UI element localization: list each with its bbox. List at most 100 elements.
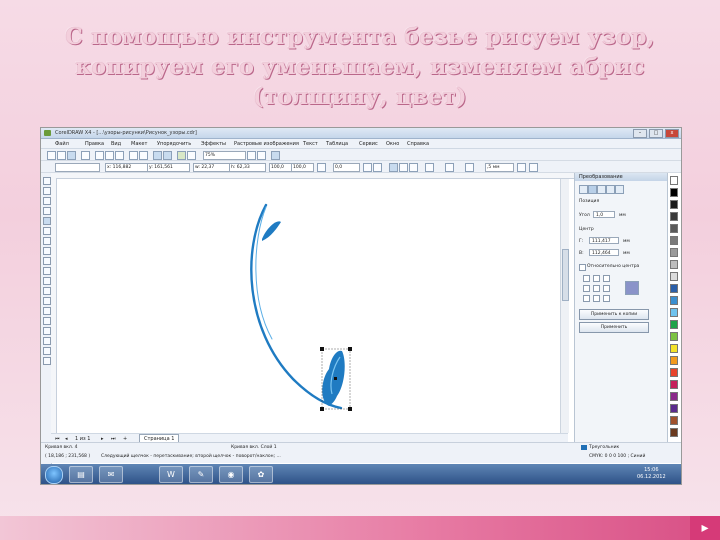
relative-center-checkbox[interactable] [579,264,586,271]
dimension-tool-icon[interactable] [43,297,51,305]
palette-swatch[interactable] [670,188,678,197]
mail-icon[interactable]: ✉ [99,466,123,483]
height-field[interactable]: h: 62,33 [229,163,266,172]
new-icon[interactable] [47,151,56,160]
curve-icon[interactable] [389,163,398,172]
redo-icon[interactable] [139,151,148,160]
close-button[interactable]: x [665,129,679,138]
palette-swatch[interactable] [670,368,678,377]
anchor-bc[interactable] [593,295,600,302]
palette-swatch[interactable] [670,320,678,329]
anchor-mr[interactable] [603,285,610,292]
cut-icon[interactable] [95,151,104,160]
position-tab-icon[interactable] [579,185,588,194]
options-icon[interactable] [257,151,266,160]
anchor-ml[interactable] [583,285,590,292]
interactive-fill-icon[interactable] [43,357,51,365]
maximize-button[interactable]: □ [649,129,663,138]
palette-swatch[interactable] [670,176,678,185]
bezier-tool-icon[interactable] [43,217,51,225]
close-curve-icon[interactable] [409,163,418,172]
export-icon[interactable] [163,151,172,160]
smoothness-icon[interactable] [529,163,538,172]
table-tool-icon[interactable] [43,287,51,295]
next-slide-arrow-icon[interactable]: ▸ [690,516,720,540]
menu-effects[interactable]: Эффекты [201,141,226,147]
palette-swatch[interactable] [670,392,678,401]
scale-width-field[interactable]: 100,0 [269,163,292,172]
menu-table[interactable]: Таблица [326,141,348,147]
polygon-tool-icon[interactable] [43,257,51,265]
anchor-br[interactable] [603,295,610,302]
palette-swatch[interactable] [670,236,678,245]
preset-field[interactable] [55,163,100,172]
end-arrow-icon[interactable] [465,163,474,172]
selection-handle-tl[interactable] [320,347,324,351]
menu-view[interactable]: Вид [111,141,121,147]
palette-swatch[interactable] [670,308,678,317]
menu-window[interactable]: Окно [386,141,399,147]
selection-handle-br[interactable] [348,407,352,411]
scale-height-field[interactable]: 100,0 [291,163,314,172]
drawing-canvas[interactable] [57,179,560,433]
pick-tool-icon[interactable] [43,177,51,185]
palette-swatch[interactable] [670,248,678,257]
palette-swatch[interactable] [670,380,678,389]
start-arrow-icon[interactable] [425,163,434,172]
center-y-input[interactable]: 112,464 [589,249,619,256]
text-tool-icon[interactable] [43,277,51,285]
corel-draw-icon[interactable]: ✿ [249,466,273,483]
palette-swatch[interactable] [670,272,678,281]
outline-width-field[interactable]: ,5 мм [485,163,514,172]
snap-icon[interactable] [247,151,256,160]
rotation-field[interactable]: 0,0 [333,163,360,172]
mirror-h-icon[interactable] [363,163,372,172]
small-leaf-shape[interactable] [262,221,281,241]
menu-edit[interactable]: Правка [85,141,104,147]
paint-icon[interactable]: ✎ [189,466,213,483]
wrap-text-icon[interactable] [517,163,526,172]
zoom-level-field[interactable]: 75% [203,151,246,160]
apply-to-copy-button[interactable]: Применить к копии [579,309,649,320]
ellipse-tool-icon[interactable] [43,247,51,255]
palette-swatch[interactable] [670,296,678,305]
lock-ratio-icon[interactable] [317,163,326,172]
palette-swatch[interactable] [670,428,678,437]
fill-tool-icon[interactable] [43,347,51,355]
mirror-v-icon[interactable] [373,163,382,172]
shape-tool-icon[interactable] [43,187,51,195]
selection-handle-tr[interactable] [348,347,352,351]
outline-tool-icon[interactable] [43,337,51,345]
eyedropper-icon[interactable] [43,327,51,335]
undo-icon[interactable] [129,151,138,160]
angle-input[interactable]: 1,0 [593,211,615,218]
import-icon[interactable] [153,151,162,160]
anchor-bl[interactable] [583,295,590,302]
menu-text[interactable]: Текст [303,141,318,147]
palette-swatch[interactable] [670,344,678,353]
paste-icon[interactable] [115,151,124,160]
palette-swatch[interactable] [670,416,678,425]
vertical-scrollbar[interactable] [560,179,569,433]
palette-swatch[interactable] [670,404,678,413]
menu-file[interactable]: Файл [55,141,69,147]
menu-bitmaps[interactable]: Растровые изображения [234,141,299,147]
node-icon[interactable] [399,163,408,172]
palette-swatch[interactable] [670,200,678,209]
anchor-tl[interactable] [583,275,590,282]
save-icon[interactable] [67,151,76,160]
size-tab-icon[interactable] [606,185,615,194]
menu-layout[interactable]: Макет [131,141,147,147]
crop-tool-icon[interactable] [43,197,51,205]
start-button[interactable] [45,466,63,484]
open-icon[interactable] [57,151,66,160]
zoom-tool-icon[interactable] [43,207,51,215]
skew-tab-icon[interactable] [615,185,624,194]
apply-button[interactable]: Применить [579,322,649,333]
rectangle-tool-icon[interactable] [43,237,51,245]
blend-tool-icon[interactable] [43,317,51,325]
smart-fill-icon[interactable] [43,227,51,235]
x-position-field[interactable]: x: 116,882 [105,163,148,172]
line-style-icon[interactable] [445,163,454,172]
anchor-mc[interactable] [593,285,600,292]
